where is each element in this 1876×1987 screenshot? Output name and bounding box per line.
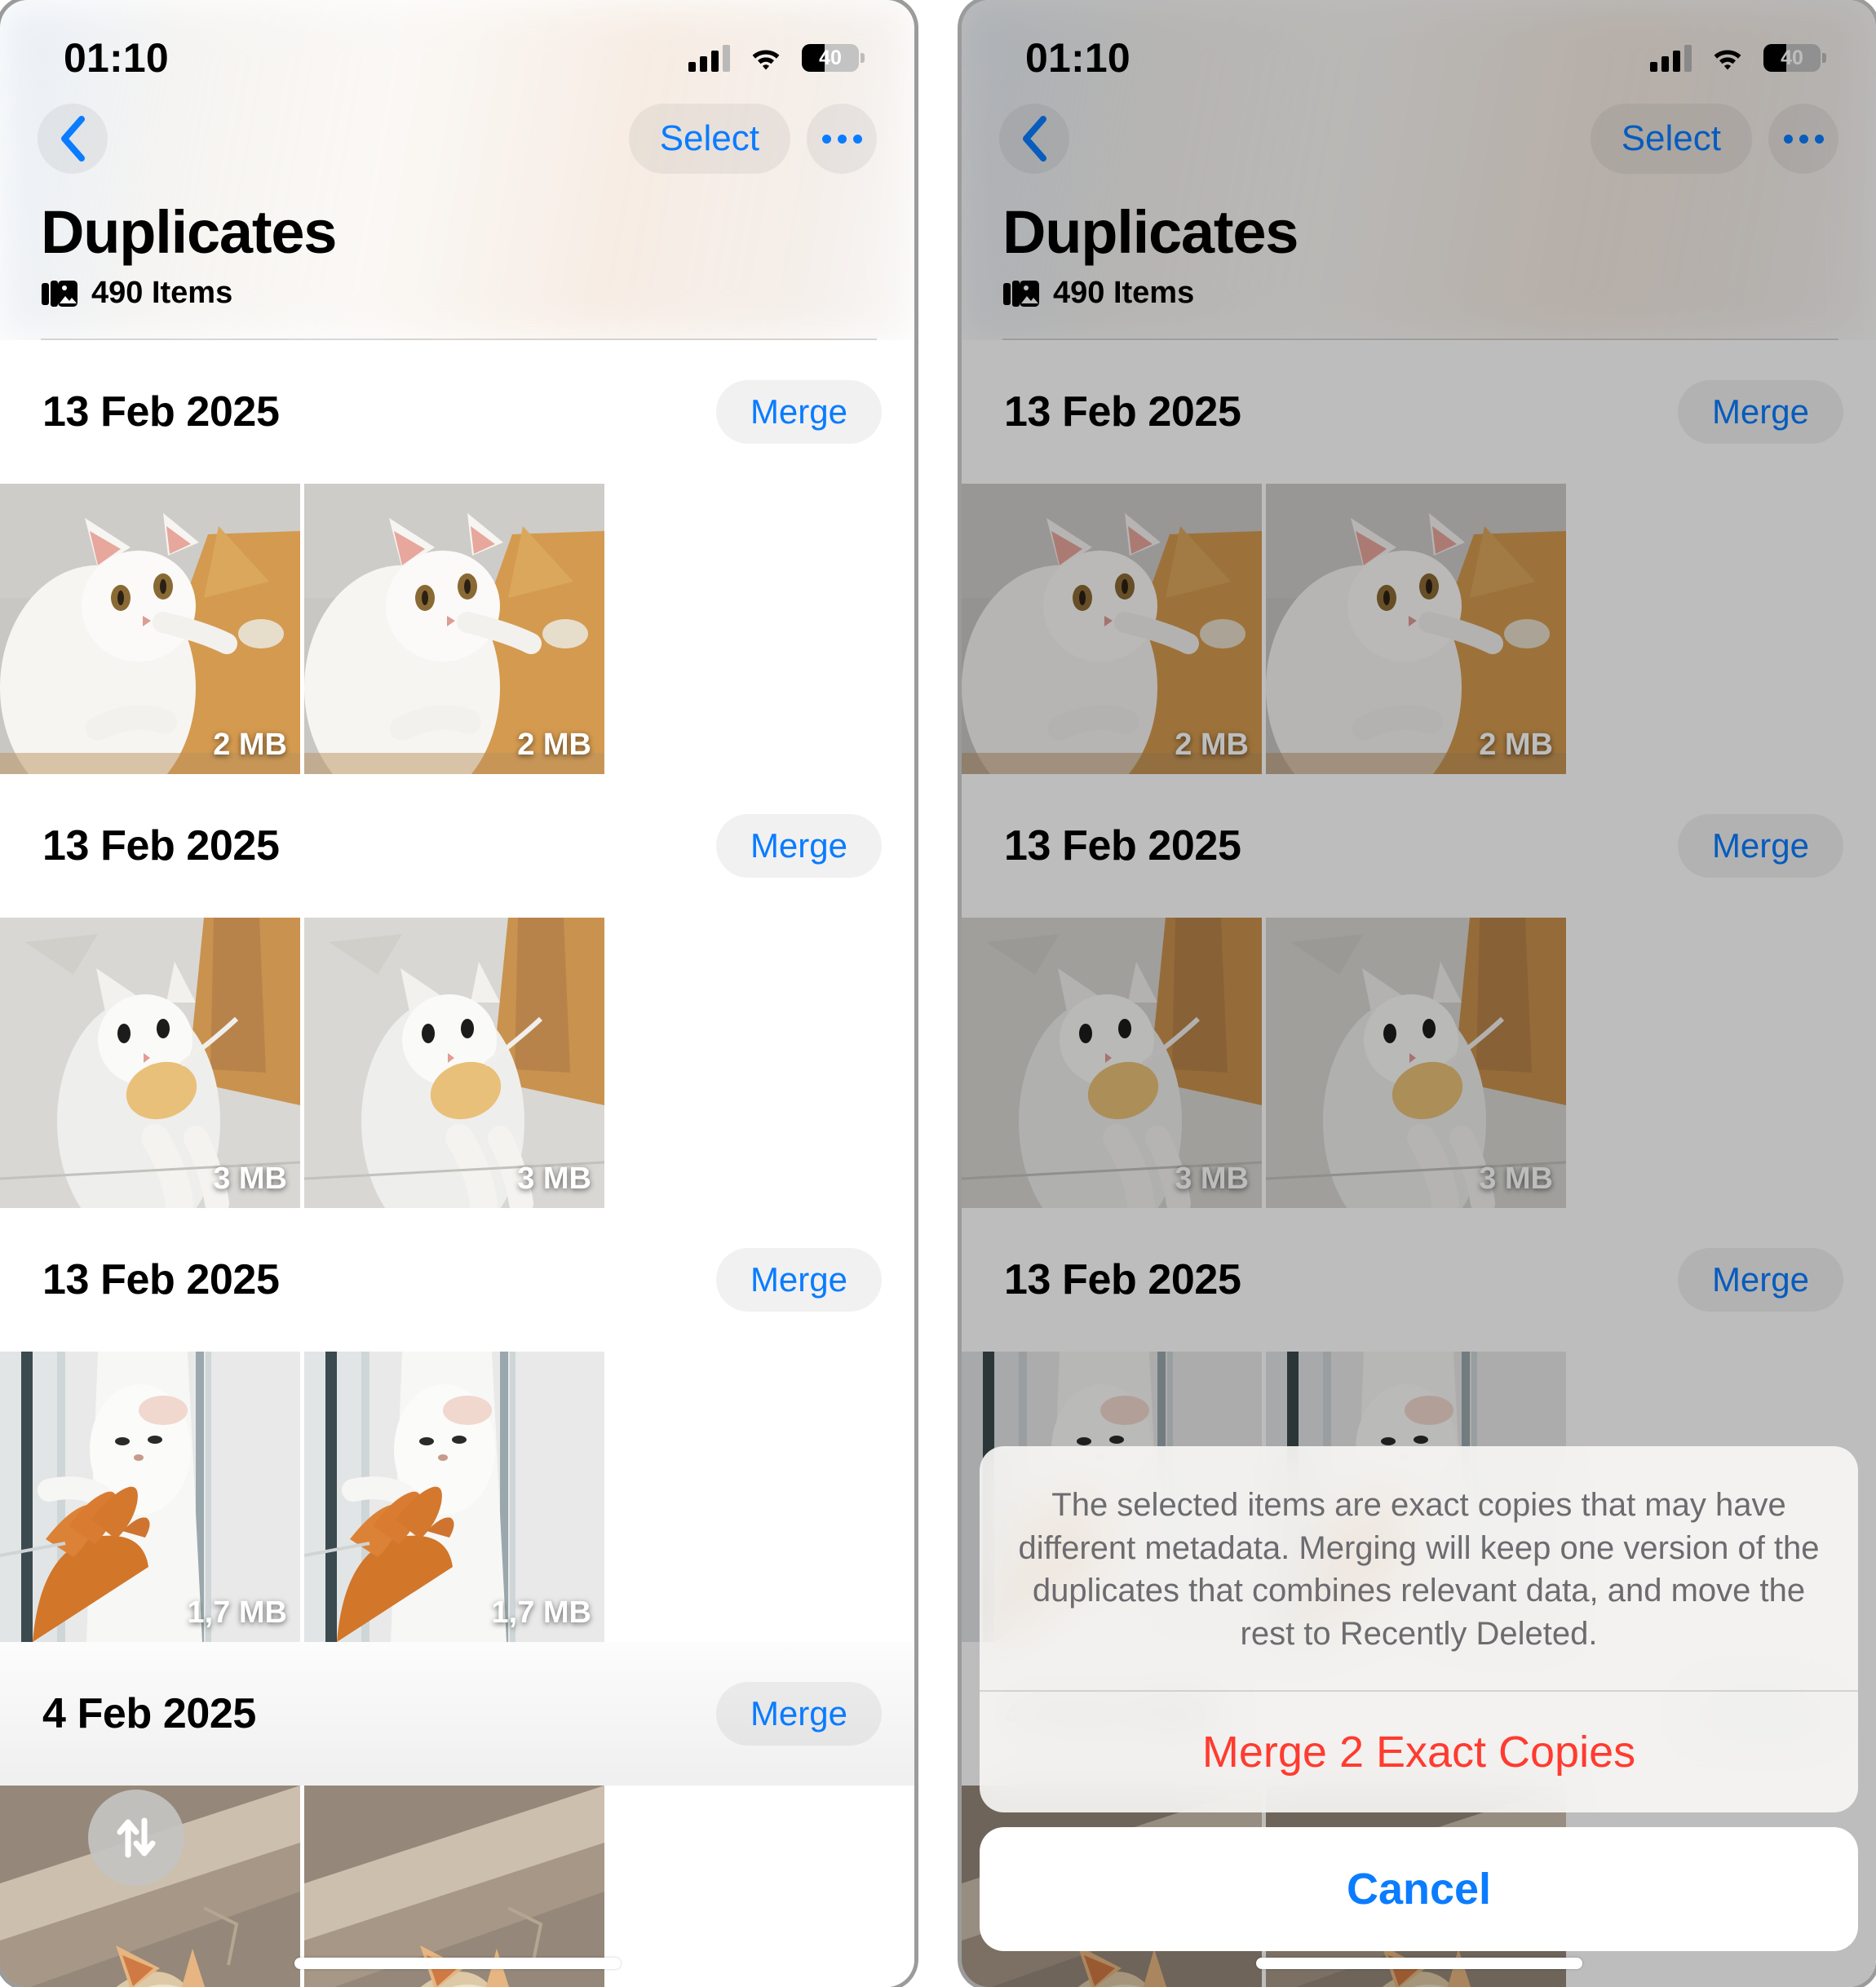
- photo-size-label: 3 MB: [517, 1162, 591, 1196]
- group-header: 13 Feb 2025 Merge: [0, 1208, 914, 1352]
- nav-header: Select Duplicates 490 Items: [0, 96, 914, 340]
- page-title-block: Duplicates 490 Items: [38, 181, 877, 340]
- chevron-left-icon: [61, 116, 85, 162]
- action-sheet-message: The selected items are exact copies that…: [1018, 1486, 1820, 1653]
- battery-level: 40: [819, 46, 842, 69]
- duplicate-pair: 2 MB 2 MB: [0, 484, 914, 774]
- photo-thumbnail[interactable]: 2 MB: [0, 484, 300, 774]
- merge-exact-copies-button[interactable]: Merge 2 Exact Copies: [980, 1692, 1858, 1812]
- merge-button[interactable]: Merge: [715, 1248, 882, 1312]
- photo-size-label: 3 MB: [213, 1162, 287, 1196]
- phone-right-screen: 01:10 40 Select Duplicates 490 Items 13 …: [962, 0, 1876, 1987]
- wifi-icon: [748, 44, 784, 72]
- item-count-label: 490 Items: [91, 276, 233, 310]
- cancel-button[interactable]: Cancel: [980, 1827, 1858, 1951]
- duplicate-pair: 3 MB 3 MB: [0, 918, 914, 1208]
- duplicates-list[interactable]: 13 Feb 2025 Merge 2 MB 2 MB 13 Feb 2025 …: [0, 340, 914, 1987]
- phone-left: 01:10 40 Select Duplicates 490 Items 13 …: [0, 0, 914, 1987]
- status-bar: 01:10 40: [0, 0, 914, 96]
- merge-action-sheet: The selected items are exact copies that…: [980, 1445, 1858, 1951]
- page-title: Duplicates: [41, 198, 337, 266]
- group-date: 13 Feb 2025: [42, 822, 280, 870]
- header-divider: [41, 339, 877, 340]
- group-date: 4 Feb 2025: [42, 1690, 256, 1737]
- merge-button[interactable]: Merge: [715, 814, 882, 878]
- cellular-signal-icon: [688, 44, 730, 72]
- photo-size-label: 2 MB: [213, 728, 287, 762]
- screenshot-stage: 01:10 40 Select Duplicates 490 Items 13 …: [0, 0, 1876, 1987]
- group-header: 4 Feb 2025 Merge: [0, 1642, 914, 1786]
- phone-right: 01:10 40 Select Duplicates 490 Items 13 …: [962, 0, 1876, 1987]
- group-header: 13 Feb 2025 Merge: [0, 774, 914, 918]
- nav-actions: Select: [628, 104, 877, 174]
- back-button[interactable]: [38, 104, 108, 174]
- group-header: 13 Feb 2025 Merge: [0, 340, 914, 484]
- ellipsis-icon: [821, 134, 862, 144]
- photo-thumbnail[interactable]: 1,7 MB: [0, 1352, 300, 1642]
- home-indicator[interactable]: [1255, 1958, 1582, 1969]
- photo-thumbnail[interactable]: 2 MB: [304, 484, 604, 774]
- merge-button[interactable]: Merge: [715, 380, 882, 444]
- more-options-button[interactable]: [807, 104, 877, 174]
- photo-size-label: 2 MB: [517, 728, 591, 762]
- battery-icon: 40: [802, 44, 865, 72]
- nav-row: Select: [38, 96, 877, 181]
- photo-size-label: 1,7 MB: [491, 1595, 591, 1630]
- item-count-row: 490 Items: [41, 276, 877, 311]
- sort-order-button[interactable]: [88, 1790, 184, 1886]
- photo-thumbnail[interactable]: 3 MB: [0, 918, 300, 1208]
- photo-thumbnail[interactable]: 3 MB: [304, 918, 604, 1208]
- status-indicators: 40: [688, 44, 865, 72]
- photo-stack-icon: [42, 280, 77, 307]
- merge-button[interactable]: Merge: [715, 1682, 882, 1746]
- select-button[interactable]: Select: [628, 104, 790, 174]
- battery-cap: [861, 53, 865, 63]
- photo-thumbnail[interactable]: [304, 1786, 604, 1987]
- sort-arrows-icon: [117, 1817, 156, 1858]
- action-sheet-card: The selected items are exact copies that…: [980, 1445, 1858, 1812]
- duplicate-pair: 1,7 MB: [0, 1352, 914, 1642]
- group-date: 13 Feb 2025: [42, 388, 280, 436]
- phone-left-screen: 01:10 40 Select Duplicates 490 Items 13 …: [0, 0, 914, 1987]
- photo-size-label: 1,7 MB: [187, 1595, 287, 1630]
- group-date: 13 Feb 2025: [42, 1256, 280, 1303]
- home-indicator[interactable]: [294, 1958, 621, 1969]
- photo-thumbnail[interactable]: 1,7 MB: [304, 1352, 604, 1642]
- status-time: 01:10: [64, 35, 169, 81]
